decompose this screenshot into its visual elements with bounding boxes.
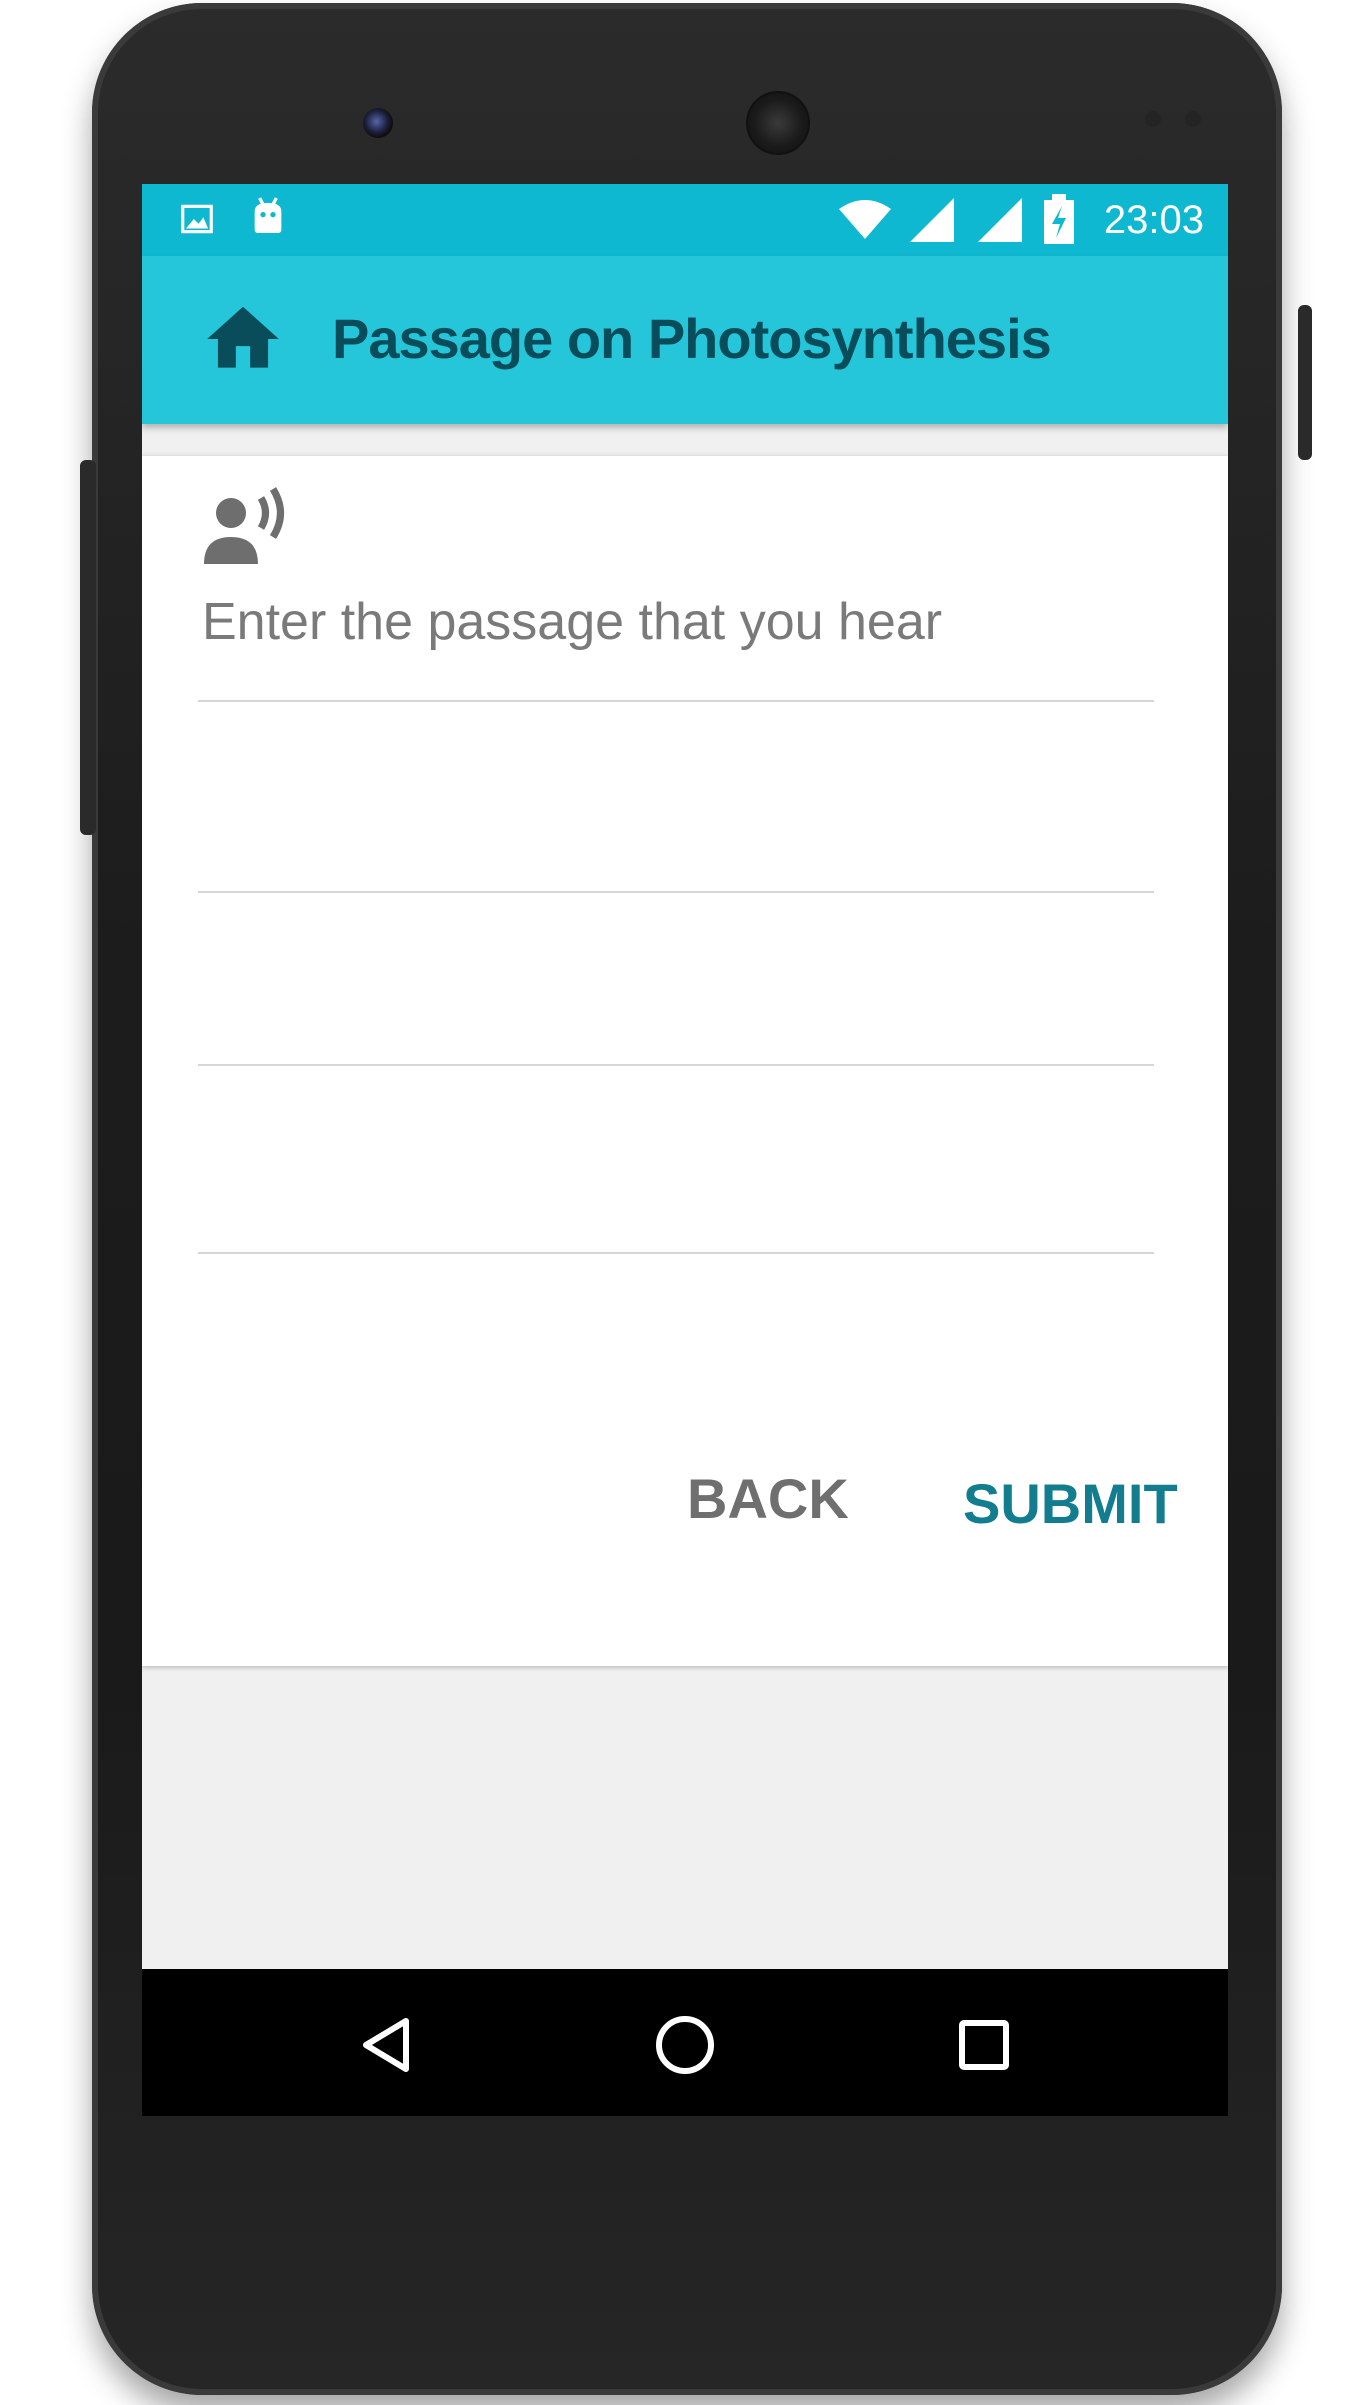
home-circle-icon[interactable]	[653, 2013, 717, 2077]
battery-charging-icon	[1044, 194, 1074, 249]
input-line	[198, 1064, 1154, 1066]
status-bar: 23:03	[142, 184, 1228, 256]
app-bar: Passage on Photosynthesis	[142, 256, 1228, 424]
passage-card: BACK SUBMIT	[142, 456, 1228, 1666]
proximity-sensor	[1145, 111, 1161, 127]
page-title: Passage on Photosynthesis	[332, 307, 1052, 370]
device-screen: 23:03 Passage on Photosynthesis BACK SUB…	[142, 184, 1228, 2116]
earpiece-speaker	[746, 91, 810, 155]
image-notification-icon	[178, 200, 216, 243]
input-line	[198, 700, 1154, 702]
wifi-icon	[839, 198, 891, 245]
light-sensor	[1185, 111, 1201, 127]
passage-input[interactable]	[198, 566, 1154, 1336]
signal-icon	[978, 198, 1022, 247]
recents-square-icon[interactable]	[952, 2013, 1016, 2077]
record-voice-icon[interactable]	[204, 486, 300, 570]
volume-button	[80, 460, 96, 835]
back-triangle-icon[interactable]	[354, 2013, 418, 2077]
home-icon[interactable]	[200, 296, 286, 382]
input-line	[198, 1252, 1154, 1254]
passage-input-area	[198, 566, 1154, 1336]
back-button[interactable]: BACK	[687, 1466, 849, 1531]
front-camera	[363, 108, 393, 138]
signal-icon	[910, 198, 954, 247]
input-line	[198, 891, 1154, 893]
submit-button[interactable]: SUBMIT	[963, 1471, 1178, 1536]
status-time: 23:03	[1103, 198, 1204, 242]
power-button	[1298, 305, 1312, 460]
navigation-bar	[142, 1969, 1228, 2116]
android-notification-icon	[248, 196, 288, 245]
